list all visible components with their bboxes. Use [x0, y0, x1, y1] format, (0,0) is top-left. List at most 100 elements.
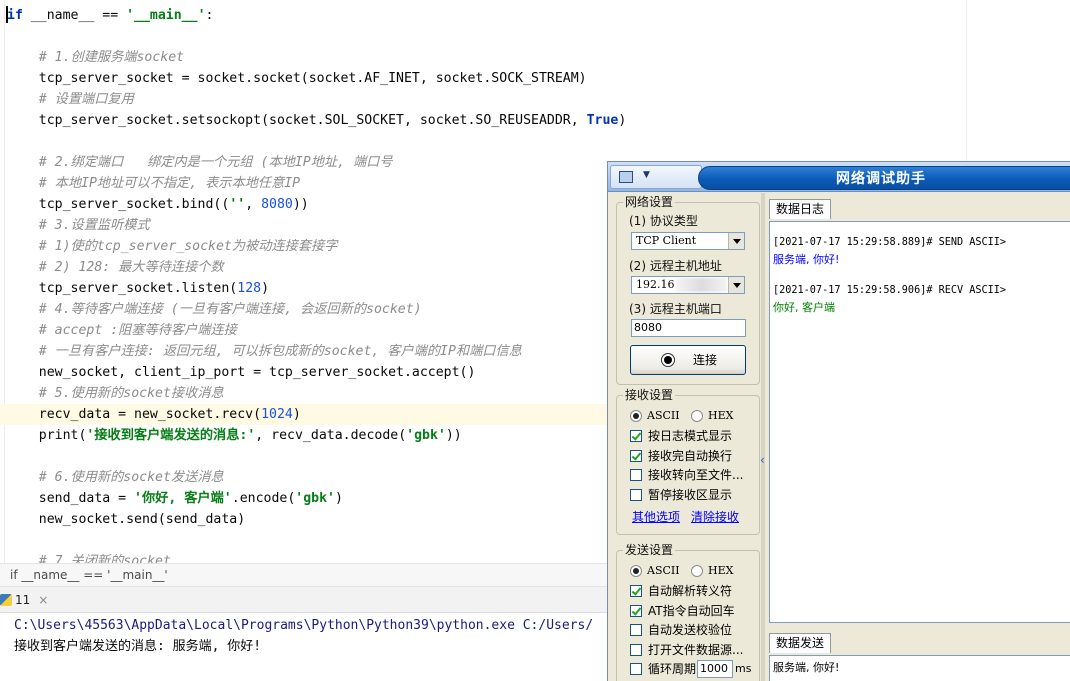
text-cursor [6, 6, 8, 23]
option-label: 自动发送校验位 [648, 623, 733, 637]
window-title: 网络调试助手 [836, 171, 926, 187]
other-options-link[interactable]: 其他选项 [632, 510, 680, 524]
code-token: )) [445, 428, 462, 443]
code-token: , [245, 197, 262, 212]
option-checkbox[interactable] [630, 469, 642, 481]
code-token: 8080 [261, 197, 293, 212]
connect-button[interactable]: 连接 [630, 345, 746, 375]
connect-label: 连接 [693, 353, 718, 367]
code-token: # 2.绑定端口 绑定内是一个元组 (本地IP地址, 端口号 [7, 155, 393, 170]
loop-period-label: 循环周期 [648, 662, 697, 676]
python-icon [0, 594, 12, 606]
log-entry-header: [2021-07-17 15:29:58.906]# RECV ASCII> [773, 285, 1007, 296]
option-checkbox[interactable] [630, 430, 642, 442]
net-settings-title: 网络设置 [623, 194, 676, 210]
code-token: # 3.设置监听模式 [7, 218, 150, 233]
code-token: if [7, 8, 23, 23]
protocol-select[interactable]: TCP Client [631, 232, 745, 250]
code-token: # 一旦有客户连接: 返回元组, 可以拆包成新的socket, 客户端的IP和端… [7, 344, 522, 359]
send-ascii-radio[interactable] [630, 565, 642, 577]
recv-hex-radio[interactable] [691, 410, 703, 422]
log-entry-header: [2021-07-17 15:29:58.889]# SEND ASCII> [773, 237, 1007, 248]
option-checkbox[interactable] [630, 604, 642, 617]
code-token: # 4.等待客户端连接 (一旦有客户端连接, 会返回新的socket) [7, 302, 422, 317]
host-select[interactable]: 192.16 [631, 276, 745, 294]
option-checkbox[interactable] [630, 624, 642, 636]
host-label: (2) 远程主机地址 [629, 259, 722, 273]
code-token: , recv_data.decode( [255, 428, 407, 443]
network-assistant-window: ▼ 网络调试助手 网络设置 (1) 协议类型 TCP Client (2) 远程… [607, 161, 1070, 681]
host-value: 192.16 [636, 278, 675, 291]
code-token: # 设置端口复用 [7, 92, 134, 107]
option-label: 接收转向至文件... [648, 468, 744, 482]
code-line[interactable] [0, 26, 1070, 47]
code-token: True [586, 113, 619, 128]
code-token: # 2) 128: 最大等待连接个数 [7, 260, 224, 275]
chevron-down-icon: ▼ [643, 170, 650, 180]
log-entry-message: 服务端, 你好! [773, 253, 840, 266]
title-bar[interactable]: ▼ 网络调试助手 [608, 162, 1070, 192]
protocol-value: TCP Client [636, 234, 697, 247]
data-send-input[interactable]: 服务端, 你好! [769, 655, 1070, 681]
code-token: ) [261, 281, 270, 296]
code-token: ) [618, 113, 627, 128]
system-menu-button[interactable]: ▼ [610, 165, 702, 189]
log-entry-message: 你好, 客户端 [773, 301, 835, 314]
loop-period-input[interactable]: 1000 [697, 660, 733, 678]
code-token: # 5.使用新的socket接收消息 [7, 386, 224, 401]
recv-settings-group: 接收设置 ASCII HEX 按日志模式显示 接收完自动换行 接收转向至文件... 暂… [616, 387, 760, 535]
code-token: 128 [237, 281, 262, 296]
tab-data-log[interactable]: 数据日志 [769, 199, 832, 219]
code-token: 1024 [261, 407, 293, 422]
code-token: ) [334, 491, 343, 506]
recv-hex-label: HEX [708, 409, 734, 422]
code-line[interactable]: tcp_server_socket = socket.socket(socket… [0, 68, 1070, 89]
option-checkbox[interactable] [630, 585, 642, 597]
settings-panel: 网络设置 (1) 协议类型 TCP Client (2) 远程主机地址 192.… [608, 193, 761, 681]
send-hex-radio[interactable] [691, 565, 703, 577]
send-hex-label: HEX [708, 564, 734, 577]
recv-ascii-radio[interactable] [630, 410, 642, 422]
data-panel: 数据日志 [2021-07-17 15:29:58.889]# SEND ASC… [765, 193, 1070, 681]
tab-run[interactable]: 11 × [0, 587, 58, 613]
tab-data-send[interactable]: 数据发送 [769, 633, 832, 653]
code-token: new_socket.send(send_data) [7, 512, 246, 527]
loop-period-checkbox[interactable] [630, 663, 642, 675]
code-line[interactable]: # 1.创建服务端socket [0, 47, 1070, 68]
option-checkbox[interactable] [630, 643, 642, 656]
data-log-area[interactable]: [2021-07-17 15:29:58.889]# SEND ASCII> 服务… [769, 221, 1070, 623]
code-token: # 1.创建服务端socket [7, 50, 185, 65]
code-line[interactable]: # 设置端口复用 [0, 89, 1070, 110]
loop-period-unit: ms [735, 662, 752, 675]
code-token: 'gbk' [406, 428, 446, 443]
option-label: 打开文件数据源... [648, 642, 744, 657]
clear-receive-link[interactable]: 清除接收 [691, 510, 739, 524]
code-token: new_socket, client_ip_port = tcp_server_… [7, 365, 476, 380]
code-token: .encode( [231, 491, 296, 506]
code-token: print( [7, 428, 87, 443]
record-icon [661, 353, 675, 367]
chevron-down-icon[interactable] [728, 233, 744, 249]
run-tab-label: 11 [15, 593, 31, 607]
code-token: tcp_server_socket.setsockopt(socket.SOL_… [7, 113, 587, 128]
code-token: )) [292, 197, 309, 212]
code-token: '你好, 客户端' [134, 491, 232, 506]
send-settings-title: 发送设置 [623, 542, 676, 558]
code-token: '__main__' [126, 8, 206, 23]
option-label: 自动解析转义符 [648, 584, 733, 598]
option-label: AT指令自动回车 [648, 603, 735, 618]
option-checkbox[interactable] [630, 449, 642, 462]
code-line[interactable]: if __name__ == '__main__': [0, 5, 1070, 26]
code-line[interactable] [0, 131, 1070, 152]
option-checkbox[interactable] [630, 488, 642, 501]
chevron-down-icon[interactable] [728, 277, 744, 293]
code-token: tcp_server_socket.listen( [7, 281, 238, 296]
send-settings-group: 发送设置 ASCII HEX 自动解析转义符 AT指令自动回车 自动发送校验位 打开文… [616, 542, 760, 681]
code-token: 'gbk' [295, 491, 335, 506]
code-line[interactable]: tcp_server_socket.setsockopt(socket.SOL_… [0, 110, 1070, 131]
code-token: ) [292, 407, 301, 422]
code-token: tcp_server_socket = socket.socket(socket… [7, 71, 587, 86]
close-icon[interactable]: × [38, 593, 48, 607]
protocol-label: (1) 协议类型 [629, 214, 698, 228]
port-input[interactable]: 8080 [631, 319, 746, 337]
